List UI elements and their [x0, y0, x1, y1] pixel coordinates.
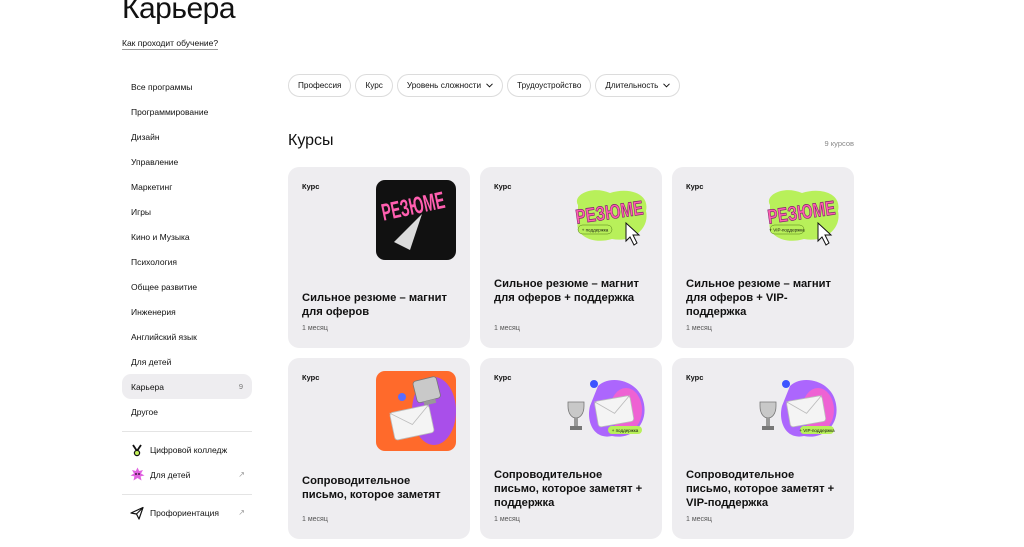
course-type-label: Курс [302, 373, 320, 382]
sidebar-item-label: Общее развитие [131, 281, 198, 292]
sidebar-item[interactable]: Все программы [122, 74, 252, 99]
filter-chip-label: Курс [365, 81, 383, 90]
sidebar-item-label: Управление [131, 156, 179, 167]
sidebar-ext-link[interactable]: Для детей ↗ [122, 462, 252, 487]
sidebar-ext-label: Цифровой колледж [150, 444, 228, 455]
kids-star-icon [129, 467, 145, 483]
page-title: Карьера [122, 0, 236, 25]
sidebar-item[interactable]: Программирование [122, 99, 252, 124]
course-duration: 1 месяц [686, 325, 712, 332]
course-card[interactable]: Курс РЕЗЮМЕ + VIP-поддержка Сильное резюме … [672, 167, 854, 348]
courses-count: 9 курсов [824, 139, 854, 148]
sidebar: Все программы Программирование Дизайн Управ… [122, 74, 252, 525]
sidebar-ext-label: Для детей [150, 469, 191, 480]
paper-plane-icon [129, 505, 145, 521]
sidebar-item-label: Игры [131, 206, 152, 217]
course-card[interactable]: Курс + VIP-поддержка Сопроводительное пись… [672, 358, 854, 539]
course-duration: 1 месяц [494, 516, 520, 523]
sidebar-item[interactable]: Дизайн [122, 124, 252, 149]
sidebar-item[interactable]: Игры [122, 199, 252, 224]
sidebar-item-label: Английский язык [131, 331, 197, 342]
course-duration: 1 месяц [302, 325, 328, 332]
sidebar-item[interactable]: Инженерия [122, 299, 252, 324]
course-title: Сопроводительное письмо, которое заметят [302, 475, 441, 501]
art-tag: + поддержка [612, 428, 639, 433]
art-tag: + VIP-поддержка [769, 228, 805, 233]
course-title: Сильное резюме – магнит для оферов + под… [494, 278, 639, 304]
sidebar-item-label: Дизайн [131, 131, 160, 142]
sidebar-item[interactable]: Общее развитие [122, 274, 252, 299]
course-illustration [376, 371, 456, 456]
course-illustration: РЕЗЮМЕ [376, 180, 456, 265]
filter-chip-label: Трудоустройство [517, 81, 582, 90]
sidebar-item[interactable]: Кино и Музыка [122, 224, 252, 249]
art-tag: + VIP-поддержка [799, 428, 835, 433]
sidebar-item-label: Кино и Музыка [131, 231, 190, 242]
art-tag: + поддержка [582, 228, 609, 233]
sidebar-divider [122, 494, 252, 495]
sidebar-item[interactable]: Английский язык [122, 324, 252, 349]
filter-chip-label: Длительность [605, 81, 659, 90]
sidebar-ext-link[interactable]: Цифровой колледж [122, 437, 252, 462]
course-card[interactable]: Курс Сопроводительное письмо, которое зам… [288, 358, 470, 539]
sidebar-item[interactable]: Маркетинг [122, 174, 252, 199]
filter-chip[interactable]: Курс [355, 74, 393, 97]
course-card[interactable]: Курс + поддержка Сопроводительное письмо, … [480, 358, 662, 539]
sidebar-item[interactable]: Психология [122, 249, 252, 274]
sidebar-item-count: 9 [238, 382, 243, 391]
course-duration: 1 месяц [686, 516, 712, 523]
section-title: Курсы [288, 132, 334, 149]
sidebar-item-label: Маркетинг [131, 181, 173, 192]
course-duration: 1 месяц [302, 516, 328, 523]
filter-chip[interactable]: Трудоустройство [507, 74, 592, 97]
sidebar-item-label: Для детей [131, 356, 172, 367]
sidebar-ext-label: Профориентация [150, 507, 219, 518]
how-learning-works-link[interactable]: Как проходит обучение? [122, 38, 219, 50]
course-title: Сопроводительное письмо, которое заметят… [686, 469, 835, 509]
sidebar-item-label: Другое [131, 406, 159, 417]
sidebar-item-label: Инженерия [131, 306, 176, 317]
course-type-label: Курс [494, 182, 512, 191]
course-duration: 1 месяц [494, 325, 520, 332]
college-logo-icon [129, 442, 145, 458]
course-illustration: РЕЗЮМЕ + VIP-поддержка [762, 187, 842, 252]
sidebar-item[interactable]: Управление [122, 149, 252, 174]
filter-chip[interactable]: Профессия [288, 74, 352, 97]
course-title: Сопроводительное письмо, которое заметят… [494, 469, 643, 509]
sidebar-divider [122, 431, 252, 432]
sidebar-ext-link[interactable]: Профориентация ↗ [122, 500, 252, 525]
course-illustration: + поддержка [564, 376, 646, 447]
external-arrow-icon: ↗ [238, 470, 245, 479]
sidebar-item-label: Психология [131, 256, 178, 267]
course-type-label: Курс [686, 182, 704, 191]
filter-chip[interactable]: Длительность [595, 74, 681, 97]
sidebar-item-label: Программирование [131, 106, 209, 117]
course-type-label: Курс [686, 373, 704, 382]
filter-chip-label: Профессия [298, 81, 342, 90]
filter-bar: Профессия Курс Уровень сложности Трудоустро… [288, 74, 681, 97]
chevron-down-icon [663, 81, 671, 90]
course-card[interactable]: Курс РЕЗЮМЕ + поддержка Сильное резюме – ма… [480, 167, 662, 348]
sidebar-item-label: Карьера [131, 381, 165, 392]
course-title: Сильное резюме – магнит для оферов + VIP… [686, 278, 831, 318]
filter-chip-label: Уровень сложности [406, 81, 482, 90]
sidebar-item[interactable]: Другое [122, 399, 252, 424]
course-illustration: РЕЗЮМЕ + поддержка [570, 187, 650, 252]
external-arrow-icon: ↗ [238, 508, 245, 517]
chevron-down-icon [486, 81, 493, 90]
sidebar-item[interactable]: Карьера 9 [122, 374, 252, 399]
course-illustration: + VIP-поддержка [756, 376, 838, 447]
course-card[interactable]: Курс РЕЗЮМЕ Сильное резюме – магнит для оф… [288, 167, 470, 348]
course-title: Сильное резюме – магнит для оферов [302, 292, 447, 318]
course-type-label: Курс [302, 182, 320, 191]
course-type-label: Курс [494, 373, 512, 382]
sidebar-item-label: Все программы [131, 81, 193, 92]
filter-chip[interactable]: Уровень сложности [396, 74, 504, 97]
sidebar-item[interactable]: Для детей [122, 349, 252, 374]
